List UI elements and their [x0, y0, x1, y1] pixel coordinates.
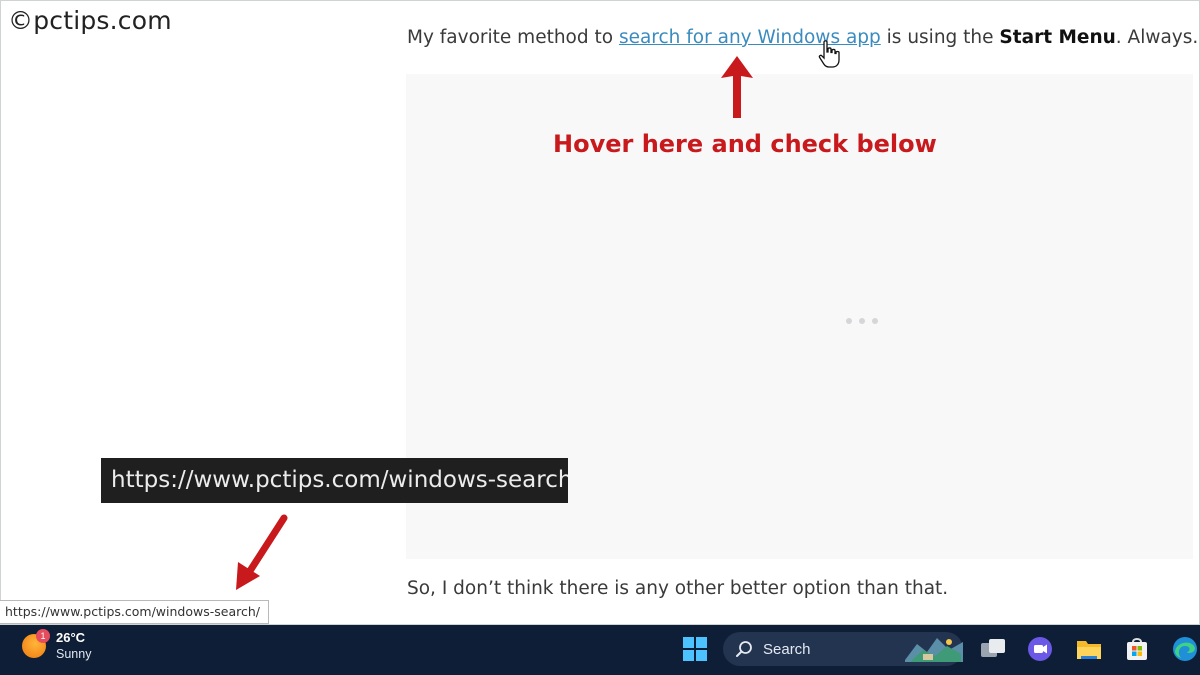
search-icon [736, 641, 752, 657]
loading-dots-icon [846, 318, 878, 324]
red-arrow-diagonal-icon [236, 514, 288, 590]
para1-text-start: My favorite method to [407, 27, 619, 48]
notification-badge: 1 [36, 629, 50, 643]
search-label: Search [763, 640, 811, 658]
status-bar-url: https://www.pctips.com/windows-search/ [0, 600, 269, 624]
edge-icon[interactable] [1170, 634, 1200, 664]
task-view-icon[interactable] [978, 634, 1008, 664]
para1-text-mid: is using the [880, 27, 1000, 48]
weather-widget[interactable]: 1 26°C Sunny [22, 629, 92, 662]
start-menu-bold: Start Menu [999, 27, 1116, 48]
windows-search-link[interactable]: search for any Windows app [619, 27, 881, 48]
weather-condition: Sunny [56, 647, 92, 661]
zoomed-status-url: https://www.pctips.com/windows-search/ [101, 458, 568, 503]
article-paragraph-1: My favorite method to search for any Win… [407, 27, 1198, 48]
store-icon[interactable] [1122, 634, 1152, 664]
weather-temperature: 26°C [56, 630, 86, 645]
red-arrow-up-icon [721, 56, 753, 118]
para1-text-end: . Always. [1115, 27, 1199, 48]
windows-start-icon[interactable] [680, 634, 710, 664]
taskbar [0, 625, 1200, 675]
hover-instruction-label: Hover here and check below [553, 130, 937, 158]
search-highlight-icon [905, 638, 963, 662]
chat-icon[interactable] [1025, 634, 1055, 664]
watermark: ©pctips.com [8, 6, 172, 35]
hand-cursor-icon [818, 40, 840, 68]
file-explorer-icon[interactable] [1074, 634, 1104, 664]
article-paragraph-2: So, I don’t think there is any other bet… [407, 578, 949, 599]
sun-icon: 1 [22, 629, 50, 658]
